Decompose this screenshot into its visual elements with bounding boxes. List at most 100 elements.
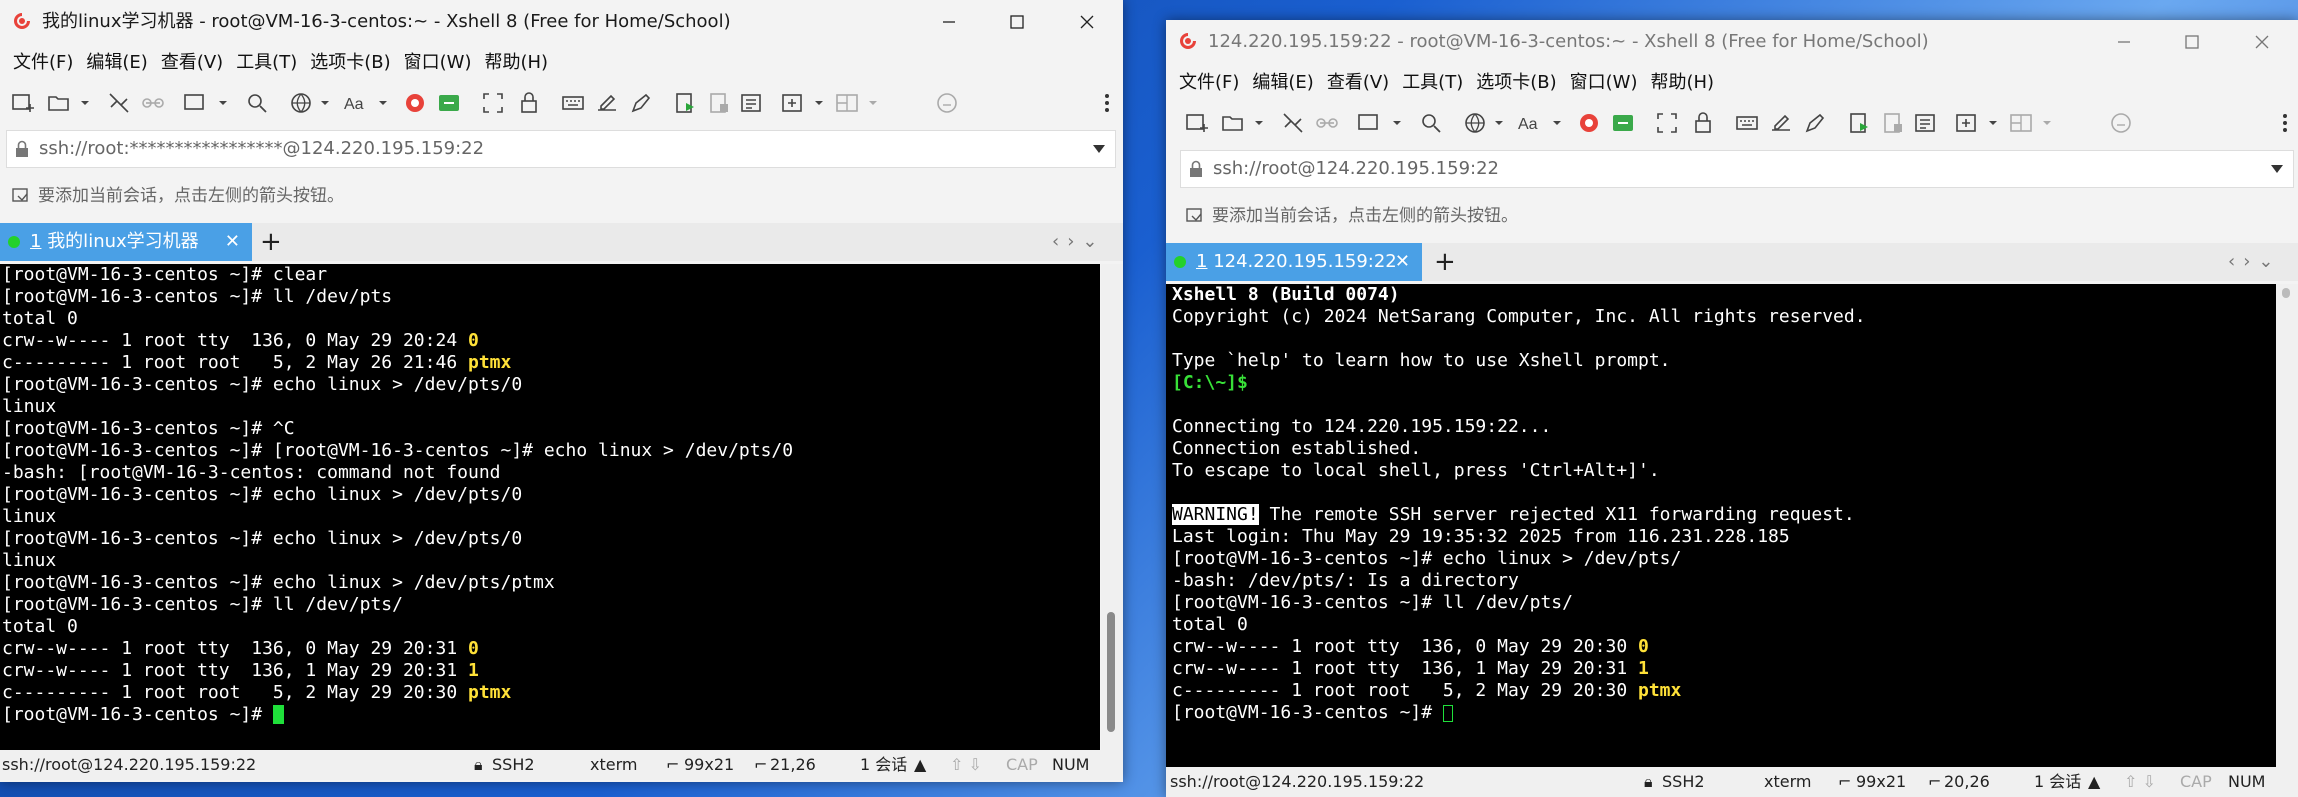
compose-icon[interactable]: [1768, 110, 1794, 136]
chat-icon[interactable]: [2108, 110, 2134, 136]
minimize-button[interactable]: [2090, 20, 2158, 64]
chevron-up-icon[interactable]: ▲: [2088, 767, 2100, 797]
title-bar[interactable]: 124.220.195.159:22 - root@VM-16-3-centos…: [1166, 20, 2298, 64]
xftp-green-icon[interactable]: [436, 90, 462, 116]
chevron-down-icon[interactable]: [1544, 110, 1570, 136]
chat-icon[interactable]: [934, 90, 960, 116]
maximize-button[interactable]: [2158, 20, 2226, 64]
chevron-down-icon[interactable]: [2034, 110, 2060, 136]
layout-icon[interactable]: [2008, 110, 2034, 136]
search-icon[interactable]: [244, 90, 270, 116]
menu-view[interactable]: 查看(V): [161, 46, 223, 80]
session-tab[interactable]: 1 我的linux学习机器 ✕: [0, 223, 252, 261]
script-stop-icon[interactable]: [1880, 110, 1906, 136]
menu-tabs[interactable]: 选项卡(B): [310, 46, 390, 80]
minimize-button[interactable]: [915, 0, 983, 44]
script-stop-icon[interactable]: [706, 90, 732, 116]
log-icon[interactable]: [738, 90, 764, 116]
title-bar[interactable]: 我的linux学习机器 - root@VM-16-3-centos:~ - Xs…: [0, 0, 1123, 44]
keyboard-icon[interactable]: [560, 90, 586, 116]
maximize-button[interactable]: [983, 0, 1051, 44]
menu-tools[interactable]: 工具(T): [1402, 66, 1463, 100]
chevron-down-icon[interactable]: [72, 90, 98, 116]
add-tab-icon[interactable]: +: [260, 223, 282, 261]
add-session-arrow-icon[interactable]: [1186, 208, 1204, 224]
script-icon[interactable]: [672, 90, 698, 116]
keyboard-icon[interactable]: [1734, 110, 1760, 136]
new-session-icon[interactable]: [1184, 110, 1210, 136]
more-vertical-icon[interactable]: [1100, 90, 1114, 116]
add-panel-icon[interactable]: [780, 90, 806, 116]
link-icon[interactable]: [1314, 110, 1340, 136]
chevron-down-icon[interactable]: [1486, 110, 1512, 136]
layout-icon[interactable]: [834, 90, 860, 116]
scrollbar-thumb[interactable]: [2282, 288, 2290, 298]
terminal-scrollbar[interactable]: [2276, 284, 2298, 767]
screen-icon[interactable]: [182, 90, 208, 116]
menu-tabs[interactable]: 选项卡(B): [1476, 66, 1556, 100]
menu-window[interactable]: 窗口(W): [404, 46, 472, 80]
xshell-red-icon[interactable]: [1576, 110, 1602, 136]
globe-icon[interactable]: [1462, 110, 1488, 136]
terminal[interactable]: [root@VM-16-3-centos ~]# clear [root@VM-1…: [0, 264, 1100, 750]
chevron-up-icon[interactable]: ▲: [914, 750, 926, 780]
open-folder-icon[interactable]: [1220, 110, 1246, 136]
address-bar[interactable]: ssh://root@124.220.195.159:22: [1180, 150, 2294, 188]
more-vertical-icon[interactable]: [2278, 110, 2292, 136]
lock-icon[interactable]: [516, 90, 542, 116]
link-icon[interactable]: [140, 90, 166, 116]
font-icon[interactable]: Aa: [1516, 110, 1542, 136]
chevron-down-icon[interactable]: [860, 90, 886, 116]
status-sessions[interactable]: 1 会话: [2034, 767, 2081, 797]
globe-icon[interactable]: [288, 90, 314, 116]
menu-file[interactable]: 文件(F): [1179, 66, 1239, 100]
edit-icon[interactable]: [1802, 110, 1828, 136]
close-button[interactable]: [1053, 0, 1121, 44]
add-panel-icon[interactable]: [1954, 110, 1980, 136]
address-bar[interactable]: ssh://root:*****************@124.220.195…: [6, 130, 1116, 168]
menu-edit[interactable]: 编辑(E): [86, 46, 147, 80]
xshell-red-icon[interactable]: [402, 90, 428, 116]
open-folder-icon[interactable]: [46, 90, 72, 116]
add-tab-icon[interactable]: +: [1434, 243, 1456, 281]
disconnect-icon[interactable]: [106, 90, 132, 116]
chevron-down-icon[interactable]: [1246, 110, 1272, 136]
menu-edit[interactable]: 编辑(E): [1252, 66, 1313, 100]
menu-help[interactable]: 帮助(H): [1650, 66, 1714, 100]
tab-nav-icons[interactable]: ‹›⌄: [1052, 223, 1105, 261]
lock-icon[interactable]: [1690, 110, 1716, 136]
new-session-icon[interactable]: [10, 90, 36, 116]
terminal[interactable]: Xshell 8 (Build 0074) Copyright (c) 2024 …: [1166, 284, 2280, 767]
chevron-down-icon[interactable]: [806, 90, 832, 116]
edit-icon[interactable]: [628, 90, 654, 116]
tab-close-icon[interactable]: ✕: [1395, 243, 1410, 281]
menu-help[interactable]: 帮助(H): [484, 46, 548, 80]
chevron-down-icon[interactable]: [1980, 110, 2006, 136]
chevron-down-icon[interactable]: [2271, 165, 2283, 173]
session-tab[interactable]: 1 124.220.195.159:22 ✕: [1166, 243, 1422, 281]
fullscreen-icon[interactable]: [1654, 110, 1680, 136]
menu-file[interactable]: 文件(F): [13, 46, 73, 80]
chevron-down-icon[interactable]: [210, 90, 236, 116]
xftp-green-icon[interactable]: [1610, 110, 1636, 136]
status-sessions[interactable]: 1 会话: [860, 750, 907, 780]
compose-icon[interactable]: [594, 90, 620, 116]
font-icon[interactable]: Aa: [342, 90, 368, 116]
chevron-down-icon[interactable]: [312, 90, 338, 116]
disconnect-icon[interactable]: [1280, 110, 1306, 136]
log-icon[interactable]: [1912, 110, 1938, 136]
screen-icon[interactable]: [1356, 110, 1382, 136]
chevron-down-icon[interactable]: [1093, 145, 1105, 153]
fullscreen-icon[interactable]: [480, 90, 506, 116]
tab-nav-icons[interactable]: ‹›⌄: [2228, 243, 2281, 281]
chevron-down-icon[interactable]: [1384, 110, 1410, 136]
menu-view[interactable]: 查看(V): [1327, 66, 1389, 100]
menu-window[interactable]: 窗口(W): [1570, 66, 1638, 100]
terminal-scrollbar[interactable]: [1101, 264, 1123, 750]
script-icon[interactable]: [1846, 110, 1872, 136]
tab-close-icon[interactable]: ✕: [225, 223, 240, 261]
scrollbar-thumb[interactable]: [1107, 612, 1115, 732]
close-button[interactable]: [2228, 20, 2296, 64]
chevron-down-icon[interactable]: [370, 90, 396, 116]
menu-tools[interactable]: 工具(T): [236, 46, 297, 80]
